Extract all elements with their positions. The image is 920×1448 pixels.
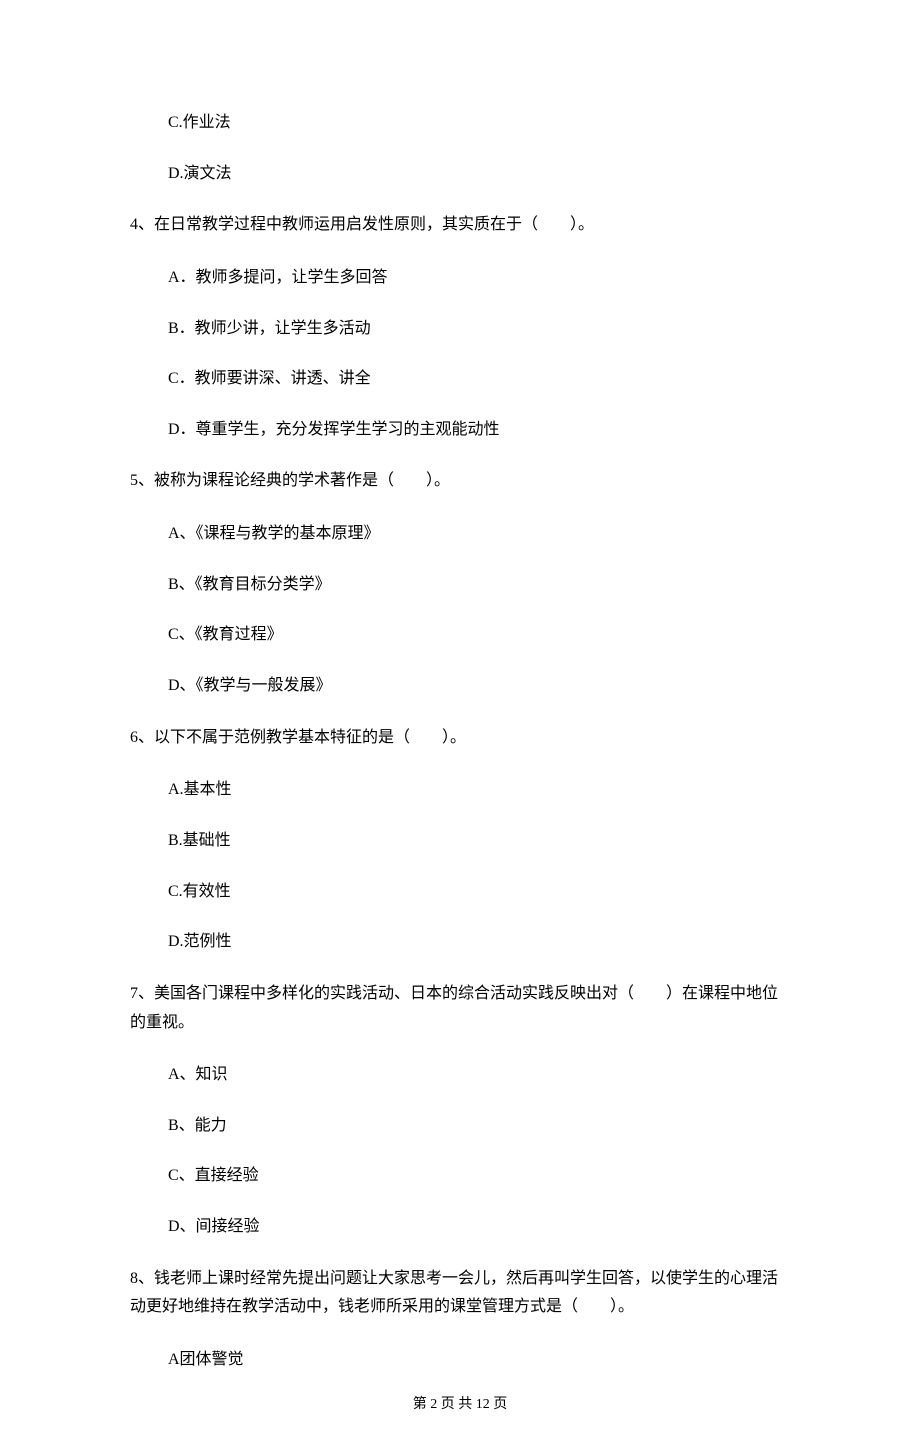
q6-stem: 6、以下不属于范例教学基本特征的是（ ）。 bbox=[130, 724, 790, 753]
q4-option-d: D．尊重学生，充分发挥学生学习的主观能动性 bbox=[168, 417, 790, 443]
q5-option-b: B、《教育目标分类学》 bbox=[168, 572, 790, 598]
q6-option-b: B.基础性 bbox=[168, 828, 790, 854]
q7-option-a: A、知识 bbox=[168, 1062, 790, 1088]
q7-option-b: B、能力 bbox=[168, 1113, 790, 1139]
q7-option-d: D、间接经验 bbox=[168, 1214, 790, 1240]
q8-stem: 8、钱老师上课时经常先提出问题让大家思考一会儿，然后再叫学生回答，以使学生的心理… bbox=[130, 1265, 790, 1323]
q5-option-c: C、《教育过程》 bbox=[168, 622, 790, 648]
q5-stem: 5、被称为课程论经典的学术著作是（ ）。 bbox=[130, 467, 790, 496]
q5-option-a: A、《课程与教学的基本原理》 bbox=[168, 521, 790, 547]
page-footer: 第 2 页 共 12 页 bbox=[0, 1393, 920, 1413]
q3-option-d: D.演文法 bbox=[168, 161, 790, 187]
q6-option-d: D.范例性 bbox=[168, 929, 790, 955]
q6-option-a: A.基本性 bbox=[168, 777, 790, 803]
q4-option-a: A．教师多提问，让学生多回答 bbox=[168, 265, 790, 291]
q7-option-c: C、直接经验 bbox=[168, 1163, 790, 1189]
q3-option-c: C.作业法 bbox=[168, 110, 790, 136]
q4-option-b: B．教师少讲，让学生多活动 bbox=[168, 316, 790, 342]
q4-option-c: C．教师要讲深、讲透、讲全 bbox=[168, 366, 790, 392]
q5-option-d: D、《教学与一般发展》 bbox=[168, 673, 790, 699]
q6-option-c: C.有效性 bbox=[168, 879, 790, 905]
q4-stem: 4、在日常教学过程中教师运用启发性原则，其实质在于（ ）。 bbox=[130, 211, 790, 240]
q7-stem: 7、美国各门课程中多样化的实践活动、日本的综合活动实践反映出对（ ）在课程中地位… bbox=[130, 980, 790, 1038]
q8-option-a: A团体警觉 bbox=[168, 1347, 790, 1373]
